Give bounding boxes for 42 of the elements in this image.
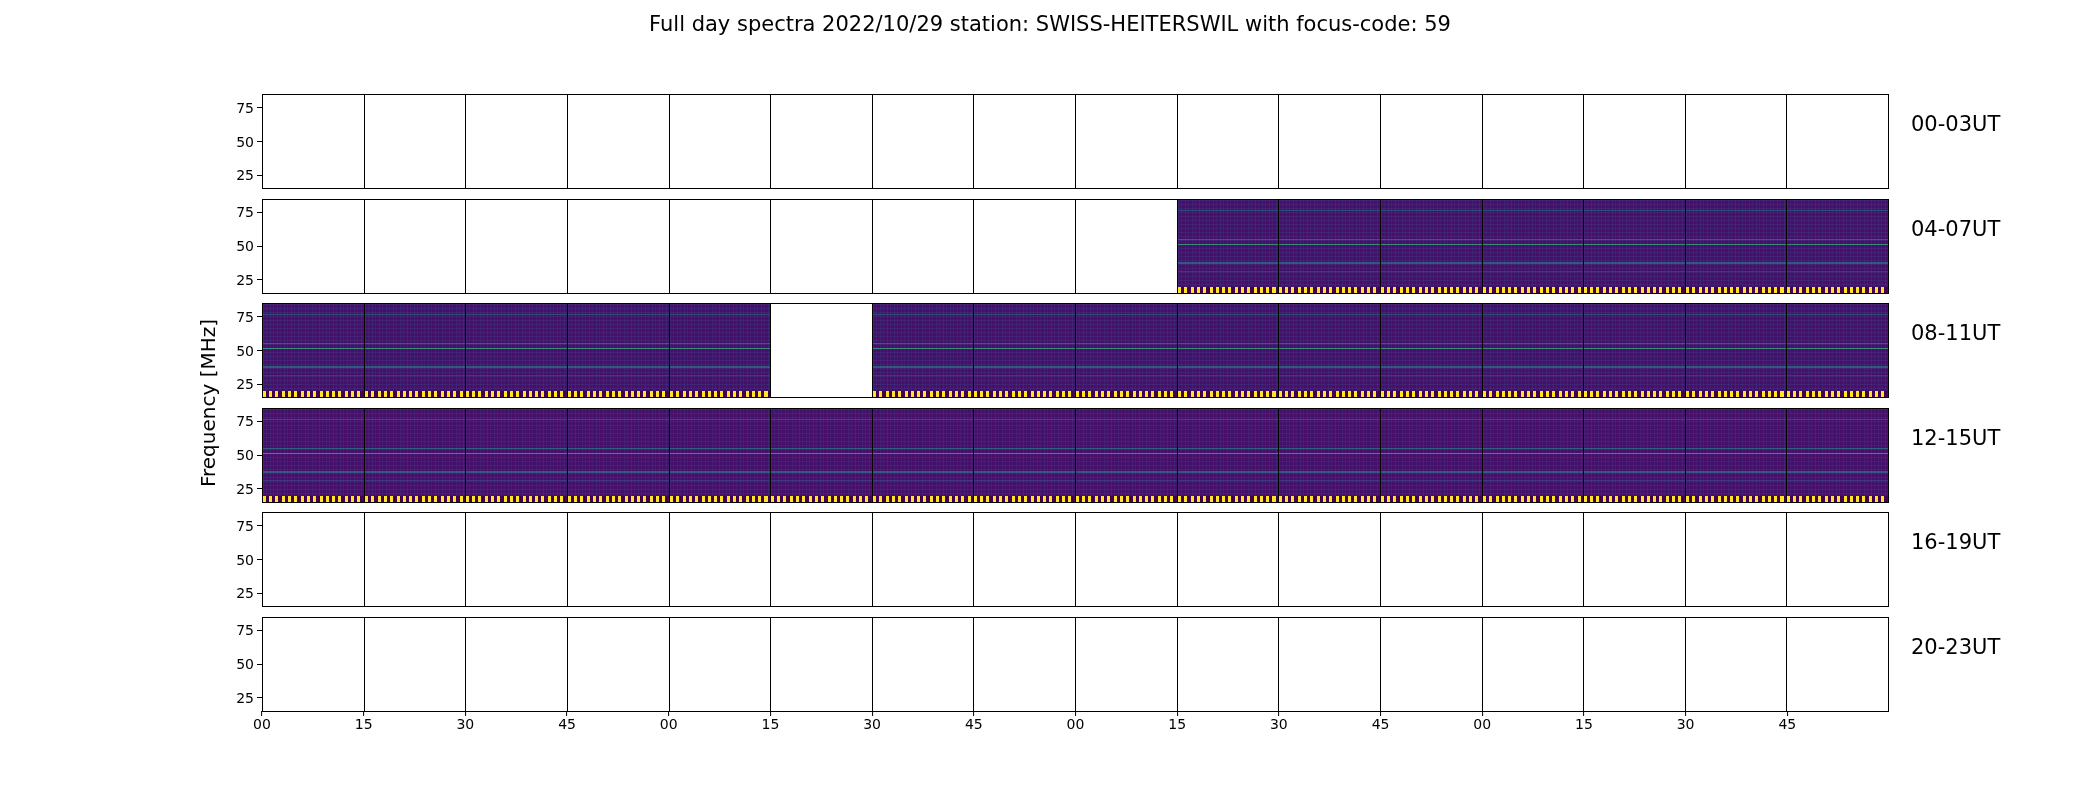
y-axis-label: Frequency [MHz]: [196, 318, 220, 487]
x-tick-label: 30: [456, 716, 475, 732]
x-tick-label: 30: [863, 716, 882, 732]
x-tick-label: 00: [659, 716, 678, 732]
y-tick-label: 25: [236, 376, 254, 393]
y-tick-label: 50: [236, 447, 254, 463]
x-tick-label: 00: [253, 716, 271, 732]
x-tick-label: 15: [354, 716, 373, 732]
row-time-label: 20-23UT: [1911, 634, 2001, 659]
y-tick-label: 50: [236, 551, 254, 568]
y-tick-label: 50: [236, 238, 254, 254]
y-tick-label: 75: [236, 517, 254, 534]
y-tick-label: 75: [236, 99, 254, 116]
y-tick-label: 25: [236, 271, 254, 288]
row-time-label: 08-11UT: [1911, 321, 2001, 345]
y-tick-label: 75: [236, 622, 254, 639]
y-tick-label: 75: [236, 308, 254, 325]
x-tick-label: 00: [1066, 716, 1085, 732]
row-time-label: 00-03UT: [1911, 112, 2001, 136]
y-tick-label: 25: [236, 585, 254, 602]
y-tick-label: 75: [236, 204, 254, 221]
x-tick-label: 45: [558, 716, 576, 732]
y-tick-label: 50: [236, 133, 254, 150]
row-time-label: 04-07UT: [1911, 216, 2001, 241]
x-tick-label: 45: [964, 716, 983, 732]
y-tick-label: 75: [236, 413, 254, 430]
x-tick-label: 15: [1168, 716, 1187, 732]
x-tick-label: 45: [1371, 716, 1390, 732]
x-tick-label: 00: [1473, 716, 1492, 732]
y-tick-label: 50: [236, 656, 254, 672]
y-tick-label: 25: [236, 689, 254, 706]
x-tick-label: 30: [1269, 716, 1288, 732]
x-tick-label: 15: [761, 716, 780, 732]
figure-title: Full day spectra 2022/10/29 station: SWISS-HEITERSWIL with focus-code: 59: [649, 12, 1451, 36]
y-tick-label: 25: [236, 167, 254, 184]
x-tick-label: 15: [1575, 716, 1593, 732]
row-time-label: 16-19UT: [1911, 530, 2001, 554]
row-time-label: 12-15UT: [1911, 425, 2001, 450]
y-tick-label: 25: [236, 480, 254, 497]
y-tick-label: 50: [236, 342, 254, 359]
x-tick-label: 45: [1778, 716, 1797, 732]
x-tick-label: 30: [1676, 716, 1695, 732]
